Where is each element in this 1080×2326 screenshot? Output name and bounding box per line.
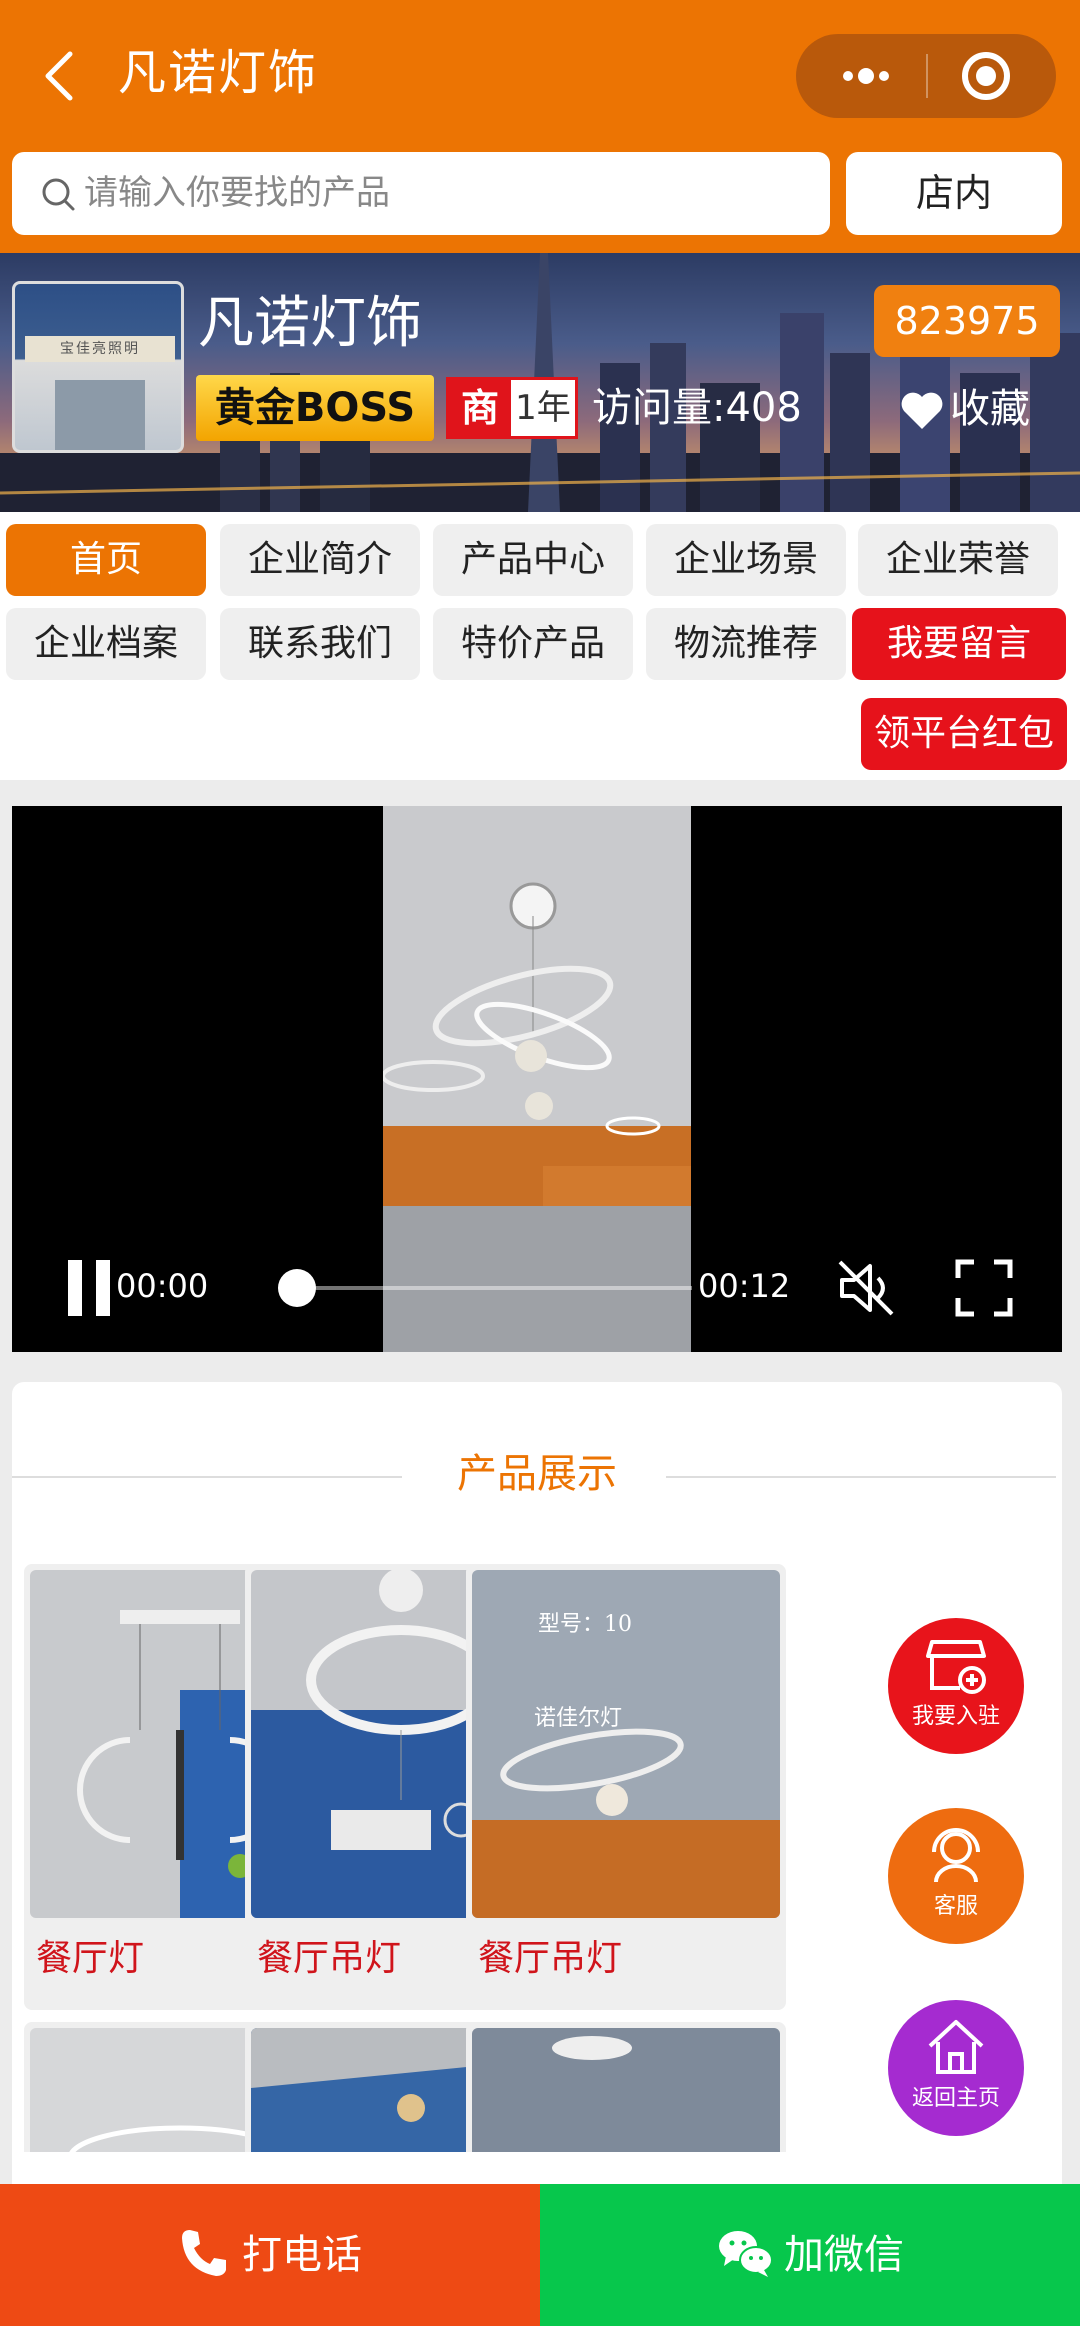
nav-logistics[interactable]: 物流推荐 — [646, 608, 846, 680]
store-add-icon — [926, 1640, 986, 1694]
search-input[interactable] — [84, 166, 804, 220]
nav-company-intro[interactable]: 企业简介 — [220, 524, 420, 596]
call-label: 打电话 — [242, 2232, 362, 2278]
heart-icon — [901, 392, 943, 429]
capsule-divider — [926, 54, 928, 98]
video-current-time: 00:00 — [116, 1267, 209, 1305]
customer-service-label: 客服 — [933, 1894, 978, 1919]
section-title: 产品展示 — [457, 1451, 617, 1497]
video-progress-track[interactable] — [302, 1286, 692, 1290]
nav-company-archive[interactable]: 企业档案 — [6, 608, 206, 680]
shop-code-badge: 823975 — [874, 285, 1060, 357]
nav-company-scene[interactable]: 企业场景 — [646, 524, 846, 596]
nav-product-center[interactable]: 产品中心 — [433, 524, 633, 596]
pause-icon[interactable] — [66, 1260, 112, 1316]
nav-special-products[interactable]: 特价产品 — [433, 608, 633, 680]
video-controls: 00:00 00:12 — [12, 1236, 1062, 1352]
shop-logo[interactable]: 宝佳亮照明 — [12, 281, 184, 453]
shop-logo-sign: 宝佳亮照明 — [25, 336, 175, 362]
back-home-button[interactable]: 返回主页 — [888, 2000, 1024, 2136]
nav-contact-us[interactable]: 联系我们 — [220, 608, 420, 680]
merchant-years-badge: 商 1年 — [446, 377, 578, 439]
product-image — [472, 2028, 780, 2152]
product-name: 餐厅灯 — [36, 1938, 145, 1979]
image-watermark: 型号：10 — [538, 1612, 632, 1637]
back-icon[interactable] — [40, 48, 80, 104]
mini-program-capsule — [796, 34, 1056, 118]
back-home-label: 返回主页 — [911, 2086, 1000, 2111]
search-icon — [42, 178, 75, 211]
top-bar: 凡诺灯饰 店内 — [0, 0, 1080, 253]
merchant-years: 1年 — [515, 388, 571, 428]
home-icon — [928, 2020, 984, 2074]
nav-company-honor[interactable]: 企业荣誉 — [858, 524, 1058, 596]
shop-nav: 首页 企业简介 产品中心 企业场景 企业荣誉 企业档案 联系我们 特价产品 物流… — [0, 512, 1080, 780]
product-card[interactable]: 餐厅吊灯 型号：10 诺佳尔灯 — [466, 1564, 786, 2010]
shop-name: 凡诺灯饰 — [198, 291, 422, 356]
nav-leave-message[interactable]: 我要留言 — [852, 608, 1066, 680]
product-name: 餐厅吊灯 — [478, 1938, 623, 1979]
wechat-icon — [719, 2231, 773, 2277]
section-divider-right — [666, 1476, 1056, 1478]
join-label: 我要入驻 — [911, 1704, 1000, 1729]
bottom-action-bar: 打电话 加微信 — [0, 2184, 1080, 2326]
call-button[interactable]: 打电话 — [0, 2184, 540, 2326]
video-player[interactable]: 00:00 00:12 — [12, 806, 1062, 1352]
fullscreen-icon[interactable] — [954, 1258, 1014, 1318]
claim-red-packet-button[interactable]: 领平台红包 — [861, 698, 1067, 770]
more-icon[interactable] — [826, 56, 906, 96]
gold-boss-badge: 黄金BOSS — [196, 375, 434, 441]
page-title: 凡诺灯饰 — [118, 45, 319, 101]
favorite-label: 收藏 — [950, 386, 1030, 432]
phone-icon — [182, 2230, 226, 2276]
headset-icon — [932, 1828, 980, 1883]
product-name: 餐厅吊灯 — [257, 1938, 402, 1979]
mute-icon[interactable] — [834, 1256, 898, 1320]
merchant-badge: 商 — [449, 380, 511, 436]
close-miniprogram-icon[interactable] — [962, 52, 1010, 100]
wechat-button[interactable]: 加微信 — [540, 2184, 1080, 2326]
video-duration: 00:12 — [698, 1267, 791, 1305]
wechat-label: 加微信 — [784, 2232, 904, 2278]
join-button[interactable]: 我要入驻 — [888, 1618, 1024, 1754]
shop-logo-door — [55, 380, 145, 450]
customer-service-button[interactable]: 客服 — [888, 1808, 1024, 1944]
product-card[interactable] — [466, 2022, 786, 2152]
video-progress-knob[interactable] — [278, 1269, 316, 1307]
search-bar — [12, 152, 830, 235]
image-watermark: 诺佳尔灯 — [534, 1706, 623, 1731]
visit-count: 访问量:408 — [592, 385, 802, 431]
nav-home[interactable]: 首页 — [6, 524, 206, 596]
shop-banner: 宝佳亮照明 凡诺灯饰 黄金BOSS 商 1年 访问量:408 823975 收藏 — [0, 253, 1080, 512]
store-search-button[interactable]: 店内 — [846, 152, 1062, 235]
